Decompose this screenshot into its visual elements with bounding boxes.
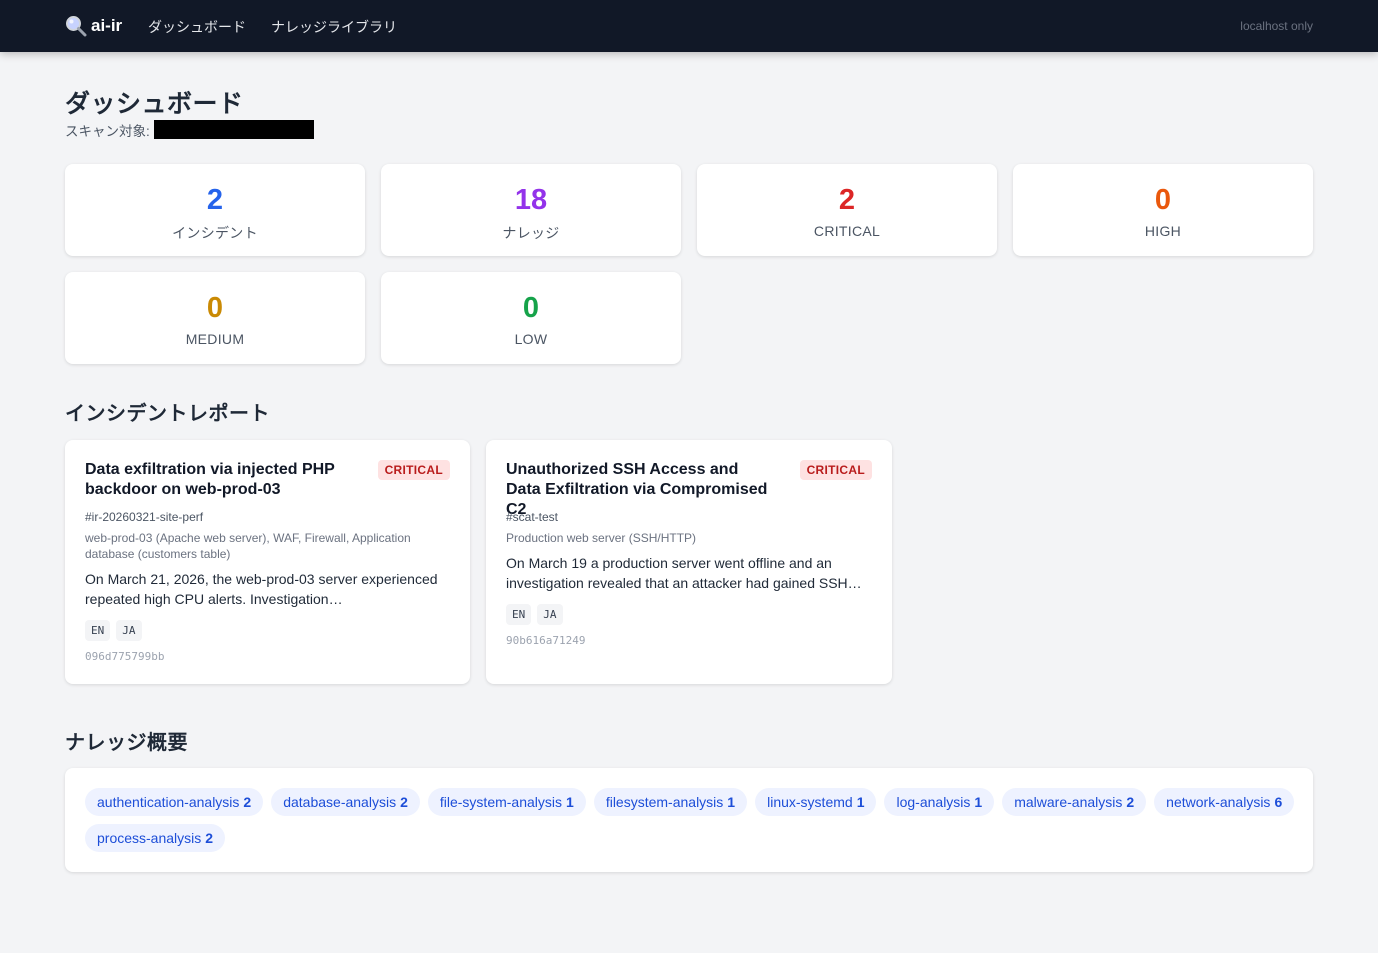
stat-card-medium: 0 MEDIUM (65, 272, 365, 364)
lang-link-ja[interactable]: JA (537, 604, 563, 625)
incident-hash: 90b616a71249 (506, 634, 586, 647)
lang-link-ja[interactable]: JA (116, 620, 142, 641)
knowledge-tag[interactable]: file-system-analysis 1 (427, 788, 586, 816)
knowledge-tag[interactable]: linux-systemd 1 (755, 788, 877, 816)
stat-label: CRITICAL (813, 223, 881, 239)
tag-name: log-analysis (896, 794, 971, 810)
knowledge-tag[interactable]: log-analysis 1 (884, 788, 995, 816)
tag-count: 6 (1274, 794, 1283, 810)
scan-target-row: スキャン対象: (65, 120, 314, 139)
page-title: ダッシュボード (65, 90, 244, 118)
tag-count: 2 (205, 830, 214, 846)
stat-card-critical: 2 CRITICAL (697, 164, 997, 256)
knowledge-tag[interactable]: filesystem-analysis 1 (593, 788, 748, 816)
incident-targets: web-prod-03 (Apache web server), WAF, Fi… (85, 531, 411, 561)
tag-name: authentication-analysis (97, 794, 240, 810)
stat-label: MEDIUM (185, 331, 245, 347)
incident-id: #scat-test (506, 510, 559, 524)
incident-targets: Production web server (SSH/HTTP) (506, 531, 697, 545)
brand-link[interactable]: ai-ir (65, 14, 122, 38)
scan-target-label: スキャン対象: (65, 123, 150, 139)
stat-label: HIGH (1144, 223, 1182, 239)
knowledge-tag[interactable]: database-analysis 2 (271, 788, 420, 816)
language-links: EN JA (506, 604, 563, 625)
stat-value: 0 (206, 292, 224, 324)
stat-value: 18 (514, 184, 548, 216)
incident-title: Data exfiltration via injected PHP backd… (85, 461, 335, 498)
tag-name: process-analysis (97, 830, 202, 846)
stat-value: 0 (1154, 184, 1172, 216)
knowledge-tag[interactable]: process-analysis 2 (85, 824, 226, 852)
knowledge-overview-card: authentication-analysis 2 database-analys… (65, 768, 1313, 872)
tag-name: linux-systemd (767, 794, 853, 810)
incident-card[interactable]: Data exfiltration via injected PHP backd… (65, 440, 470, 684)
stat-card-knowledge: 18 ナレッジ (381, 164, 681, 256)
tag-name: file-system-analysis (439, 794, 563, 810)
lang-link-en[interactable]: EN (506, 604, 532, 625)
stat-card-low: 0 LOW (381, 272, 681, 364)
redacted-scan-target (153, 120, 314, 139)
stat-card-high: 0 HIGH (1013, 164, 1313, 256)
knowledge-tag[interactable]: authentication-analysis 2 (85, 788, 264, 816)
tag-name: filesystem-analysis (605, 794, 724, 810)
localhost-note: localhost only (1240, 19, 1313, 33)
knowledge-tag[interactable]: network-analysis 6 (1154, 788, 1295, 816)
knowledge-tag-list: authentication-analysis 2 database-analys… (85, 788, 1295, 852)
stat-label: インシデント (172, 225, 258, 241)
tag-count: 2 (1126, 794, 1135, 810)
magnifier-icon (65, 15, 87, 37)
stat-label: LOW (514, 331, 548, 347)
incident-summary: On March 21, 2026, the web-prod-03 serve… (85, 571, 438, 607)
knowledge-overview-heading: ナレッジ概要 (65, 732, 188, 754)
tag-name: malware-analysis (1014, 794, 1123, 810)
severity-badge: CRITICAL (799, 460, 872, 480)
incident-id: #ir-20260321-site-perf (85, 510, 204, 524)
nav-link-knowledge-library[interactable]: ナレッジライブラリ (271, 17, 397, 37)
incident-summary: On March 19 a production server went off… (506, 555, 862, 591)
tag-name: network-analysis (1166, 794, 1271, 810)
stat-label: ナレッジ (502, 225, 560, 241)
stat-value: 2 (206, 184, 224, 216)
stat-value: 0 (522, 292, 540, 324)
tag-count: 1 (856, 794, 865, 810)
stat-card-incidents: 2 インシデント (65, 164, 365, 256)
knowledge-tag[interactable]: malware-analysis 2 (1002, 788, 1147, 816)
lang-link-en[interactable]: EN (85, 620, 111, 641)
incident-card[interactable]: Unauthorized SSH Access and Data Exfiltr… (486, 440, 892, 684)
brand-name: ai-ir (91, 16, 123, 35)
tag-count: 1 (566, 794, 574, 810)
tag-count: 1 (727, 794, 736, 810)
incident-hash: 096d775799bb (85, 650, 165, 663)
tag-name: database-analysis (283, 794, 397, 810)
incident-reports-heading: インシデントレポート (65, 403, 270, 425)
top-nav: ai-ir ダッシュボード ナレッジライブラリ localhost only (0, 0, 1378, 52)
language-links: EN JA (85, 620, 142, 641)
stat-value: 2 (838, 184, 856, 216)
tag-count: 2 (243, 794, 252, 810)
tag-count: 1 (974, 794, 983, 810)
nav-link-dashboard[interactable]: ダッシュボード (148, 17, 246, 37)
severity-badge: CRITICAL (377, 460, 450, 480)
tag-count: 2 (400, 794, 408, 810)
